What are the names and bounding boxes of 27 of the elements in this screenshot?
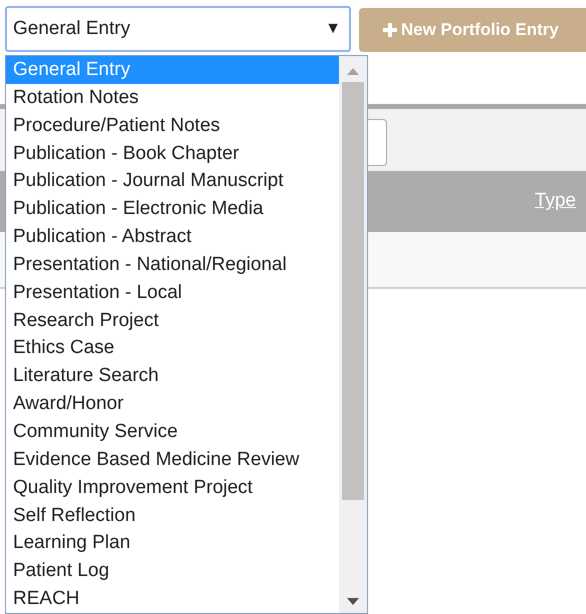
dropdown-option[interactable]: Learning Plan (6, 529, 339, 558)
dropdown-option[interactable]: Publication - Electronic Media (6, 195, 339, 224)
dropdown-option[interactable]: Publication - Abstract (6, 223, 339, 251)
dropdown-option[interactable]: Presentation - Local (6, 278, 339, 307)
scrollbar-thumb[interactable] (342, 82, 364, 500)
dropdown-arrow: ▼ (325, 19, 341, 39)
dropdown-option[interactable]: Rotation Notes (6, 84, 339, 112)
dropdown-option[interactable]: Self Reflection (6, 502, 339, 530)
dropdown-option[interactable]: Presentation - National/Regional (6, 250, 339, 279)
dropdown-option[interactable]: REACH (6, 585, 339, 613)
dropdown-option[interactable]: Publication - Book Chapter (6, 140, 339, 168)
type-select[interactable]: General Entry ▼ (5, 6, 351, 52)
scrollbar[interactable] (339, 56, 367, 613)
dropdown-option[interactable]: Quality Improvement Project (6, 474, 339, 502)
dropdown-option[interactable]: Publication - Journal Manuscript (6, 167, 339, 196)
plus-icon (383, 23, 397, 37)
dropdown-option[interactable]: Ethics Case (6, 334, 339, 362)
select-value: General Entry (13, 16, 130, 41)
dropdown-option[interactable]: Procedure/Patient Notes (6, 112, 339, 140)
dropdown-option[interactable]: Patient Log (6, 557, 339, 586)
dropdown-option[interactable]: Literature Search (6, 362, 339, 390)
scroll-down-icon[interactable] (347, 598, 359, 605)
dropdown-option[interactable]: Award/Honor (6, 390, 339, 418)
dropdown-option[interactable]: Research Project (6, 306, 339, 334)
dropdown-option[interactable]: Evidence Based Medicine Review (6, 446, 339, 474)
dropdown-option[interactable]: Community Service (6, 418, 339, 446)
scroll-up-icon[interactable] (347, 68, 359, 75)
